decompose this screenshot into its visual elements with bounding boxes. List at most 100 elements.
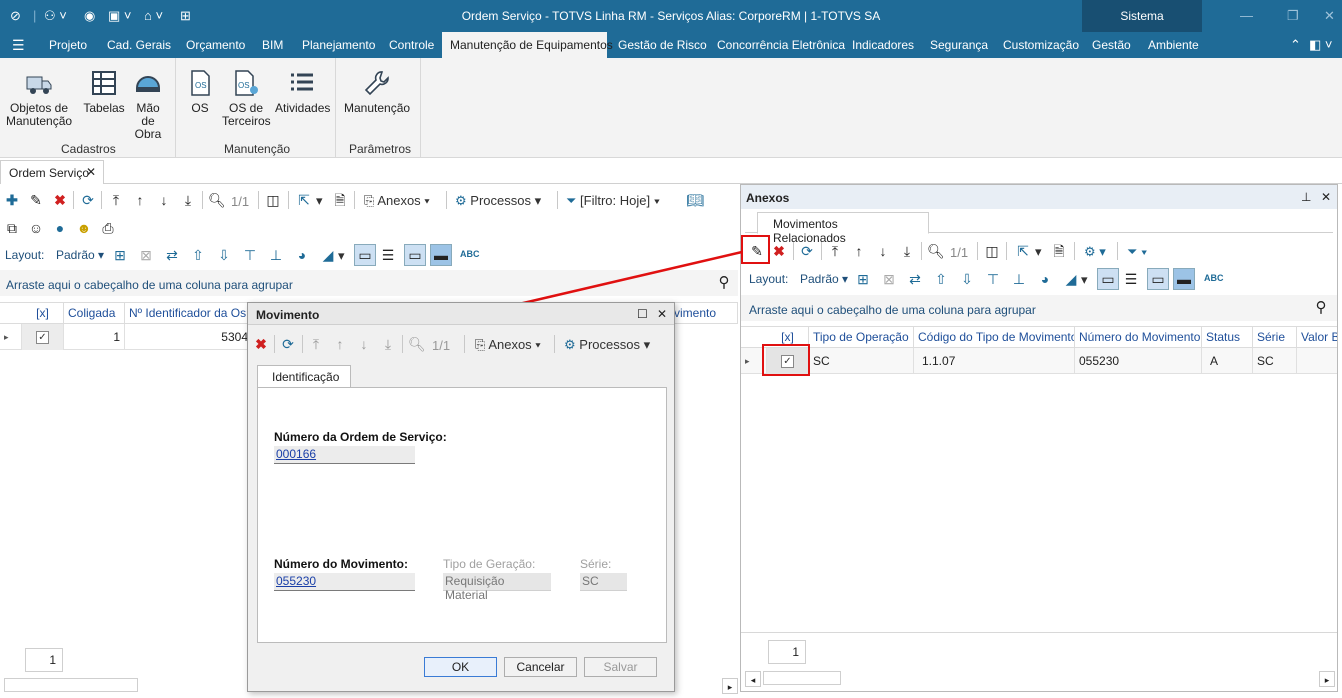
movement-number-field[interactable]: 055230 [274, 573, 415, 591]
chevron-down-icon[interactable]: ▾ [316, 193, 323, 209]
menu-indicadores[interactable]: Indicadores [844, 32, 922, 58]
col-serie[interactable]: Série [1253, 327, 1297, 348]
col-status[interactable]: Status [1202, 327, 1253, 348]
pin-down-icon[interactable]: ⊥ [1011, 271, 1027, 287]
prev-icon[interactable]: ↑ [132, 192, 148, 208]
users-icon[interactable]: ☻ [76, 220, 92, 236]
export-icon[interactable]: ⇱ [1015, 243, 1031, 259]
menu-gestao[interactable]: Gestão [1084, 32, 1139, 58]
layout-bottom-icon[interactable]: ▭ [354, 244, 376, 266]
window-icon[interactable]: ▣ ˅ [108, 8, 132, 24]
layout-icon[interactable]: ◧ ˅ [1309, 37, 1333, 53]
menu-projeto[interactable]: Projeto [41, 32, 95, 58]
table-row[interactable]: ▸ ✓ 1 5304 [0, 324, 260, 350]
last-icon[interactable]: ⤓ [380, 336, 396, 352]
download-icon[interactable]: ⇩ [959, 271, 975, 287]
home-icon[interactable]: ⌂ ˅ [144, 8, 163, 23]
delete-icon[interactable]: ✖ [771, 243, 787, 259]
columns-icon[interactable]: ◫ [984, 243, 1000, 259]
os-terceiros-button[interactable]: OS OS de Terceiros [222, 68, 271, 128]
print-icon[interactable]: ⎙ [100, 220, 116, 236]
export-icon[interactable]: ⇱ [296, 192, 312, 208]
menu-controle[interactable]: Controle [381, 32, 442, 58]
refresh-icon[interactable]: ⟳ [799, 243, 815, 259]
close-window-icon[interactable]: ✕ [1324, 8, 1335, 24]
close-dialog-icon[interactable]: ✕ [657, 307, 667, 321]
shapes-icon[interactable]: ◕ [1037, 271, 1053, 287]
menu-ambiente[interactable]: Ambiente [1140, 32, 1207, 58]
columns-icon[interactable]: ◫ [265, 192, 281, 208]
book-icon[interactable]: 📖︎ [686, 192, 704, 208]
table-row[interactable]: ▸ ✓ SC 1.1.07 055230 A SC [741, 348, 1337, 374]
layout-middle-icon[interactable]: ▬ [1173, 268, 1195, 290]
row-checkbox[interactable]: ✓ [22, 324, 64, 350]
cancel-button[interactable]: Cancelar [504, 657, 577, 677]
filter-button[interactable]: ⏷ [Filtro: Hoje] ▾ [566, 193, 660, 209]
remove-row-icon[interactable]: ⊠ [138, 247, 154, 263]
scroll-left-icon[interactable]: ◂ [745, 671, 761, 687]
totvs-logo-icon[interactable]: ⊘ [10, 8, 21, 24]
last-icon[interactable]: ⤓ [899, 243, 915, 259]
tab-movimentos-relacionados[interactable]: Movimentos Relacionados [757, 212, 929, 245]
swap-icon[interactable]: ⇄ [164, 247, 180, 263]
maximize-icon[interactable]: ☐ [637, 307, 648, 321]
manutencao-button[interactable]: Manutenção [344, 68, 410, 115]
menu-gestao-risco[interactable]: Gestão de Risco [610, 32, 715, 58]
col-select[interactable]: [x] [22, 303, 64, 324]
view-icon[interactable]: ◉ [84, 8, 95, 24]
filter-menu-button[interactable]: ⏷ ▾ [1127, 244, 1147, 260]
remove-row-icon[interactable]: ⊠ [881, 271, 897, 287]
system-label[interactable]: Sistema [1082, 0, 1202, 32]
report-icon[interactable]: 🗎︎ [1051, 243, 1067, 259]
tab-ordem-servico[interactable]: Ordem Serviço ✕ [0, 160, 104, 184]
upload-icon[interactable]: ⇧ [190, 247, 206, 263]
layout-select[interactable]: Padrão ▾ [56, 248, 104, 262]
menu-cad-gerais[interactable]: Cad. Gerais [99, 32, 179, 58]
next-icon[interactable]: ↓ [156, 192, 172, 208]
refresh-icon[interactable]: ⟳ [280, 336, 296, 352]
menu-planejamento[interactable]: Planejamento [294, 32, 383, 58]
edit-icon[interactable]: ✎ [28, 192, 44, 208]
refresh-icon[interactable]: ⟳ [80, 192, 96, 208]
ok-button[interactable]: OK [424, 657, 497, 677]
col-coligada[interactable]: Coligada [64, 303, 125, 324]
scroll-right-icon[interactable]: ▸ [1319, 671, 1335, 687]
report-icon[interactable]: 🗎︎ [332, 192, 348, 208]
atividades-button[interactable]: Atividades [275, 68, 330, 115]
close-panel-icon[interactable]: ✕ [1321, 190, 1331, 204]
horizontal-scrollbar[interactable] [4, 678, 138, 692]
group-by-area[interactable]: Arraste aqui o cabeçalho de uma coluna p… [741, 295, 1337, 321]
hamburger-icon[interactable]: ☰ [4, 32, 33, 58]
minimize-icon[interactable]: — [1240, 8, 1253, 23]
globe-icon[interactable]: ● [52, 220, 68, 236]
layout-bottom-icon[interactable]: ▭ [1097, 268, 1119, 290]
col-valor[interactable]: Valor B [1297, 327, 1337, 348]
next-icon[interactable]: ↓ [875, 243, 891, 259]
col-tipo-operacao[interactable]: Tipo de Operação [809, 327, 914, 348]
tab-identificacao[interactable]: Identificação [257, 365, 351, 387]
swap-icon[interactable]: ⇄ [907, 271, 923, 287]
mao-obra-button[interactable]: Mão de Obra [128, 68, 168, 141]
os-number-field[interactable]: 000166 [274, 446, 415, 464]
first-icon[interactable]: ⤒ [308, 336, 324, 352]
layout-middle-icon[interactable]: ▬ [430, 244, 452, 266]
chevron-down-icon[interactable]: ▾ [338, 248, 345, 264]
user-doc-icon[interactable]: ☺ [28, 220, 44, 236]
layout-select[interactable]: Padrão ▾ [800, 272, 848, 286]
search-icon[interactable]: 🔍︎ [927, 243, 945, 259]
org-chart-icon[interactable]: ⚇ ˅ [44, 8, 67, 24]
menu-bim[interactable]: BIM [254, 32, 291, 58]
os-button[interactable]: OS OS [184, 68, 216, 115]
tabelas-button[interactable]: Tabelas [82, 68, 126, 115]
first-icon[interactable]: ⤒ [827, 243, 843, 259]
search-icon[interactable]: 🔍︎ [208, 192, 226, 208]
save-button[interactable]: Salvar [584, 657, 657, 677]
scroll-right-icon[interactable]: ▸ [722, 678, 738, 694]
abc-icon[interactable]: ABC [1204, 273, 1224, 283]
prev-icon[interactable]: ↑ [851, 243, 867, 259]
menu-seguranca[interactable]: Segurança [922, 32, 996, 58]
processos-button[interactable]: ⚙ Processos ▾ [564, 337, 650, 353]
gear-menu-button[interactable]: ⚙ ▾ [1084, 244, 1106, 260]
close-tab-icon[interactable]: ✕ [86, 165, 96, 179]
col-codigo-tipo-movimento[interactable]: Código do Tipo de Movimento [914, 327, 1075, 348]
